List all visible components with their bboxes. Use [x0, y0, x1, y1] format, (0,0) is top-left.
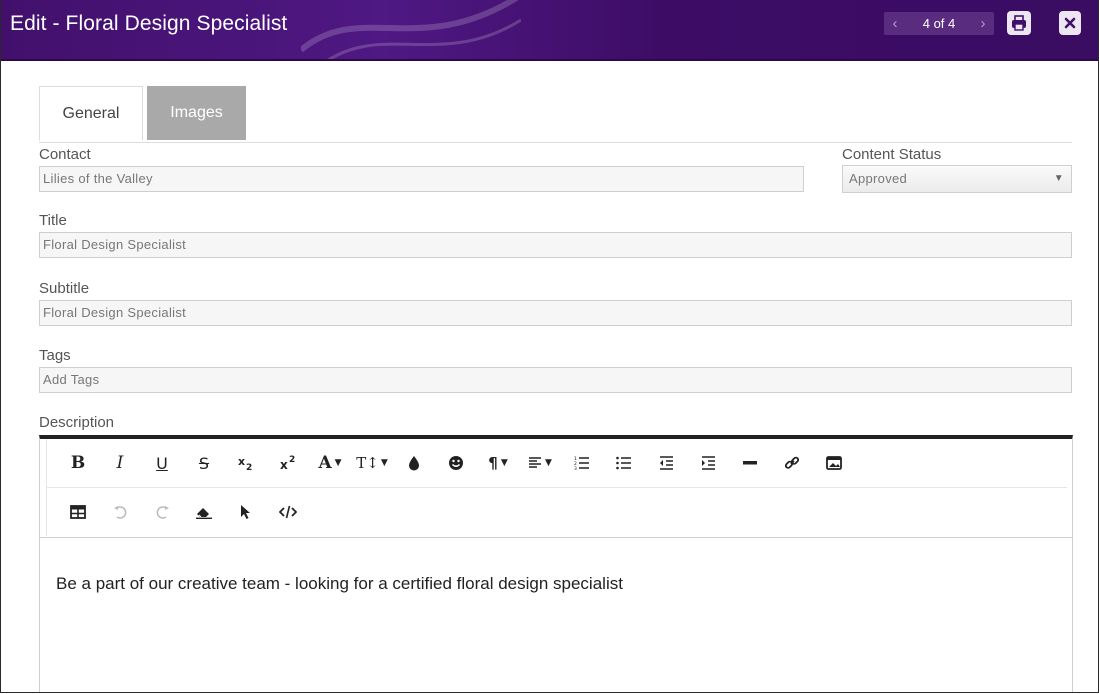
- svg-text:3: 3: [574, 466, 577, 470]
- tags-input[interactable]: Add Tags: [39, 367, 1072, 393]
- svg-text:x: x: [280, 458, 288, 472]
- description-content[interactable]: Be a part of our creative team - looking…: [56, 574, 623, 594]
- ordered-list-icon[interactable]: 123: [561, 446, 603, 480]
- caret-down-icon: ▼: [500, 458, 508, 468]
- caret-down-icon: ▼: [380, 458, 388, 468]
- close-icon: [1064, 17, 1076, 29]
- align-icon: [529, 457, 542, 468]
- svg-text:2: 2: [246, 463, 252, 472]
- indent-icon[interactable]: [687, 446, 729, 480]
- dialog-header: Edit - Floral Design Specialist ‹ 4 of 4…: [1, 0, 1098, 61]
- close-button[interactable]: [1059, 11, 1081, 35]
- caret-down-icon: ▼: [545, 458, 552, 468]
- horizontal-rule-icon[interactable]: [729, 446, 771, 480]
- pager-prev-button[interactable]: ‹: [884, 15, 906, 32]
- toolbar-row: B I U S x2 x2 A ▼ T↕ ▼ ¶ ▼ ▼ 1 2 3: [46, 439, 1067, 488]
- toolbar-row: [46, 488, 1067, 536]
- content-status-value: Approved: [849, 171, 908, 186]
- superscript-icon[interactable]: x2: [267, 446, 309, 480]
- link-icon[interactable]: [771, 446, 813, 480]
- strikethrough-icon[interactable]: S: [183, 446, 225, 480]
- emoji-icon[interactable]: [435, 446, 477, 480]
- content-status-select[interactable]: Approved ▼: [842, 165, 1072, 193]
- italic-icon[interactable]: I: [99, 446, 141, 480]
- color-drop-icon[interactable]: [393, 446, 435, 480]
- header-decoration: [301, 0, 521, 59]
- subtitle-label: Subtitle: [39, 280, 90, 297]
- record-pager: ‹ 4 of 4 ›: [884, 12, 994, 35]
- tab-images[interactable]: Images: [147, 86, 246, 140]
- print-icon: [1012, 15, 1026, 31]
- font-size-icon: T↕: [356, 454, 379, 472]
- select-all-icon[interactable]: [225, 495, 267, 529]
- table-icon[interactable]: [57, 495, 99, 529]
- subscript-icon[interactable]: x2: [225, 446, 267, 480]
- outdent-icon[interactable]: [645, 446, 687, 480]
- font-size-button[interactable]: T↕ ▼: [351, 446, 393, 480]
- underline-icon[interactable]: U: [141, 446, 183, 480]
- contact-label: Contact: [39, 146, 91, 163]
- undo-icon[interactable]: [99, 495, 141, 529]
- title-field[interactable]: Floral Design Specialist: [39, 232, 1072, 258]
- clear-format-icon[interactable]: [183, 495, 225, 529]
- unordered-list-icon[interactable]: [603, 446, 645, 480]
- pager-position: 4 of 4: [922, 16, 956, 31]
- bold-icon[interactable]: B: [57, 446, 99, 480]
- tab-bar: General Images: [39, 86, 1072, 143]
- caret-down-icon: ▼: [334, 458, 342, 468]
- pager-next-button[interactable]: ›: [972, 15, 994, 32]
- description-editor: B I U S x2 x2 A ▼ T↕ ▼ ¶ ▼ ▼ 1 2 3 Be a …: [39, 435, 1073, 692]
- paragraph-icon: ¶: [488, 454, 498, 472]
- editor-toolbar: B I U S x2 x2 A ▼ T↕ ▼ ¶ ▼ ▼ 1 2 3: [40, 439, 1072, 538]
- font-color-icon: A: [318, 453, 332, 473]
- description-label: Description: [39, 414, 115, 431]
- image-icon[interactable]: [813, 446, 855, 480]
- font-color-button[interactable]: A ▼: [309, 446, 351, 480]
- subtitle-field[interactable]: Floral Design Specialist: [39, 300, 1072, 326]
- edit-dialog: Edit - Floral Design Specialist ‹ 4 of 4…: [0, 0, 1099, 693]
- svg-text:x: x: [238, 455, 245, 468]
- title-label: Title: [39, 212, 67, 229]
- paragraph-button[interactable]: ¶ ▼: [477, 446, 519, 480]
- print-button[interactable]: [1007, 11, 1031, 35]
- tags-label: Tags: [39, 347, 71, 364]
- caret-down-icon: ▼: [1053, 173, 1064, 184]
- svg-text:2: 2: [289, 455, 295, 465]
- code-view-icon[interactable]: [267, 495, 309, 529]
- dialog-title: Edit - Floral Design Specialist: [10, 12, 288, 35]
- content-status-label: Content Status: [842, 146, 942, 163]
- align-button[interactable]: ▼: [519, 446, 561, 480]
- contact-field[interactable]: Lilies of the Valley: [39, 166, 804, 192]
- tab-general[interactable]: General: [39, 86, 143, 141]
- redo-icon[interactable]: [141, 495, 183, 529]
